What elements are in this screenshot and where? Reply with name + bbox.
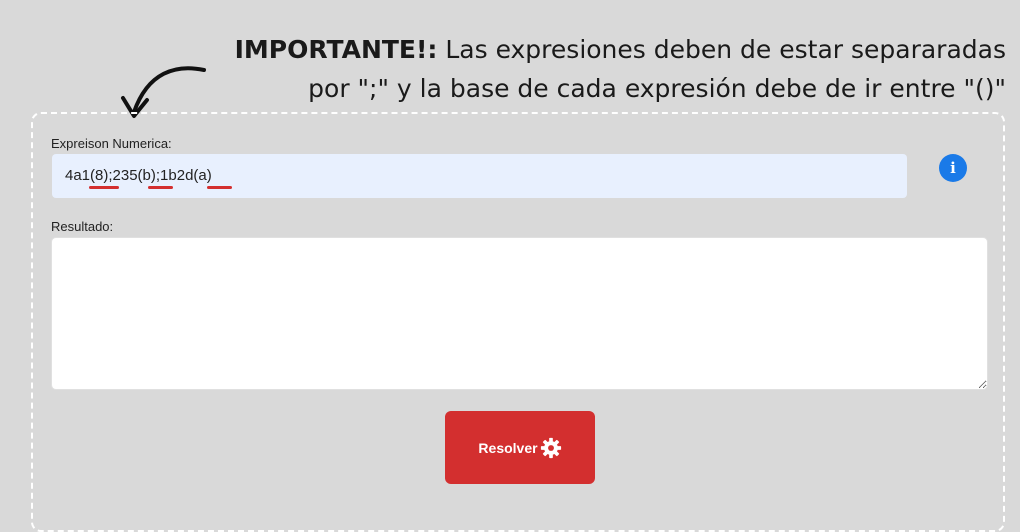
base-underline [89,186,119,189]
note-line-1: IMPORTANTE!: Las expresiones deben de es… [200,30,1006,69]
note-bold-prefix: IMPORTANTE!: [234,35,438,64]
important-note: IMPORTANTE!: Las expresiones deben de es… [200,30,1006,108]
expression-input[interactable] [52,154,907,198]
expression-label: Expreison Numerica: [51,136,172,151]
result-label: Resultado: [51,219,114,234]
solve-button[interactable]: Resolver [445,411,595,484]
note-line-2: por ";" y la base de cada expresión debe… [308,74,1006,103]
note-line-1-text: Las expresiones deben de estar separarad… [437,35,1006,64]
base-underline [207,186,232,189]
gear-icon [540,437,561,458]
result-textarea[interactable] [51,237,988,390]
base-underline [148,186,173,189]
info-icon[interactable]: i [939,154,967,182]
solve-button-label: Resolver [478,439,538,456]
